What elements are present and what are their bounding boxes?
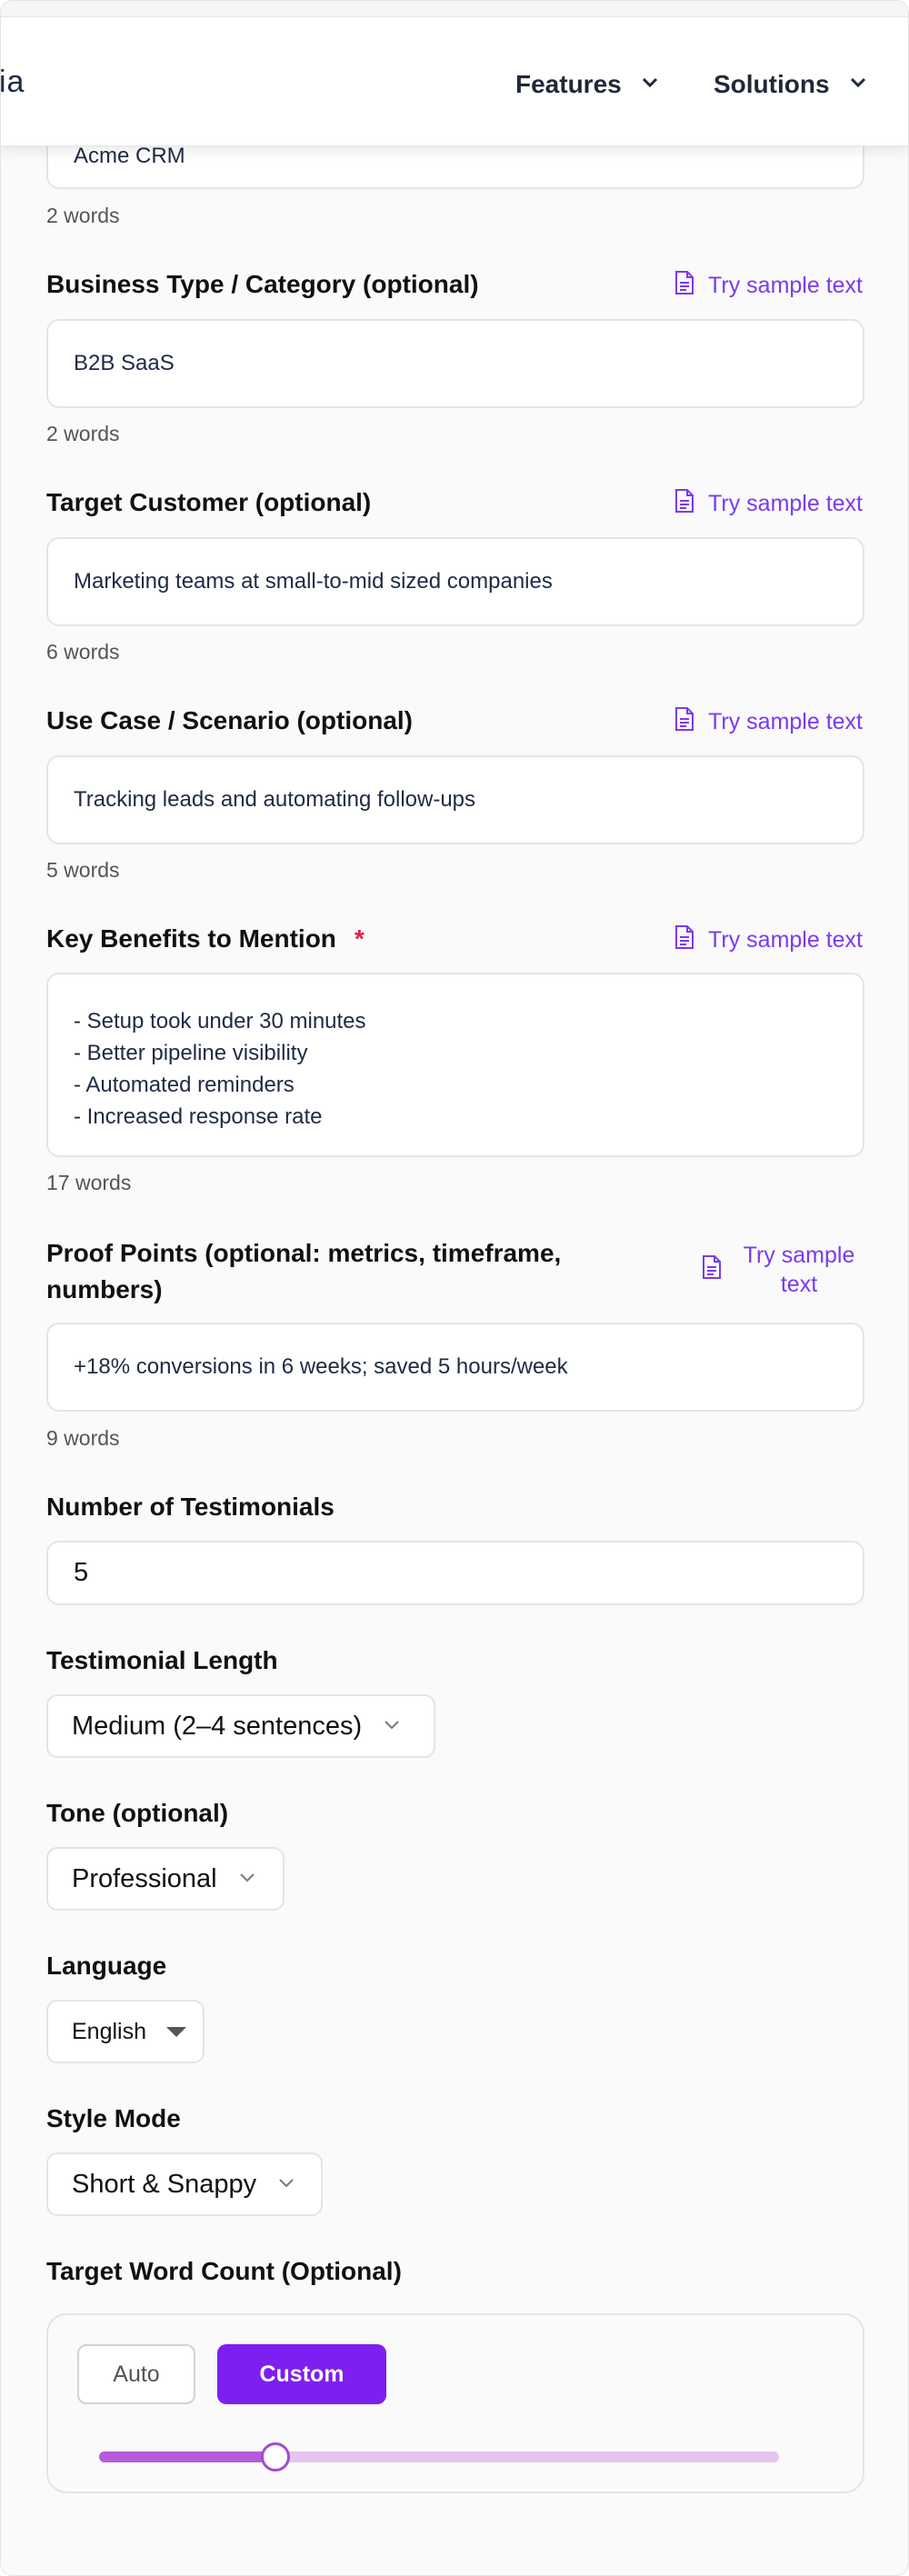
chevron-down-icon [846, 70, 870, 100]
proof-points-word-count: 9 words [46, 1426, 120, 1450]
num-testimonials-input[interactable]: 5 [46, 1541, 864, 1605]
business-type-word-count: 2 words [46, 422, 120, 445]
proof-points-label: Proof Points (optional: metrics, timefra… [46, 1235, 561, 1308]
use-case-sample-link[interactable]: Try sample text [674, 706, 863, 738]
language-selected: English [72, 2018, 146, 2044]
tone-selected: Professional [72, 1863, 217, 1893]
testimonial-length-select[interactable]: Medium (2–4 sentences) [46, 1694, 435, 1758]
chevron-down-icon [276, 2170, 296, 2200]
chevron-down-icon [382, 1712, 402, 1742]
slider-thumb[interactable] [261, 2442, 291, 2471]
nav-solutions[interactable]: Solutions [714, 66, 870, 103]
product-name-word-count: 2 words [46, 204, 120, 227]
key-benefits-line: - Setup took under 30 minutes [74, 1009, 366, 1033]
proof-points-sample-link[interactable]: Try sample text [701, 1241, 863, 1299]
word-count-label: Target Word Count (Optional) [46, 2257, 402, 2285]
proof-points-input[interactable]: +18% conversions in 6 weeks; saved 5 hou… [46, 1323, 864, 1412]
proof-points-value: +18% conversions in 6 weeks; saved 5 hou… [74, 1354, 568, 1379]
nav-solutions-label: Solutions [714, 70, 830, 98]
document-icon [674, 488, 695, 520]
num-testimonials-value: 5 [74, 1558, 89, 1587]
chevron-down-icon [237, 1864, 257, 1894]
style-mode-select[interactable]: Short & Snappy [46, 2152, 323, 2216]
sample-link-label: Try sample text [708, 491, 863, 516]
word-count-slider[interactable] [99, 2442, 779, 2471]
sample-link-label-line2: text [780, 1272, 818, 1297]
language-select[interactable]: English [46, 2000, 205, 2063]
key-benefits-word-count: 17 words [46, 1171, 132, 1194]
slider-fill [99, 2451, 276, 2462]
key-benefits-line: - Better pipeline visibility [74, 1041, 308, 1065]
browser-top-strip [1, 1, 908, 17]
use-case-value: Tracking leads and automating follow-ups [74, 787, 476, 812]
target-customer-word-count: 6 words [46, 640, 120, 664]
document-icon [674, 924, 695, 956]
auto-button[interactable]: Auto [77, 2344, 195, 2404]
target-customer-label: Target Customer (optional) [46, 488, 372, 516]
document-icon [701, 1254, 723, 1286]
sample-link-label: Try sample text [708, 927, 863, 953]
proof-points-label-line2: numbers) [46, 1275, 163, 1303]
nav-features[interactable]: Features [515, 66, 662, 103]
key-benefits-line: - Increased response rate [74, 1104, 323, 1129]
target-customer-sample-link[interactable]: Try sample text [674, 488, 863, 520]
page: Acme CRM 2 words Business Type / Categor… [0, 0, 909, 2576]
document-icon [674, 706, 695, 738]
use-case-label: Use Case / Scenario (optional) [46, 706, 413, 734]
caret-down-icon [166, 2026, 186, 2037]
style-mode-label: Style Mode [46, 2104, 181, 2132]
business-type-value: B2B SaaS [74, 351, 175, 375]
use-case-input[interactable]: Tracking leads and automating follow-ups [46, 755, 864, 844]
language-label: Language [46, 1952, 167, 1980]
chevron-down-icon [638, 70, 662, 100]
testimonial-length-selected: Medium (2–4 sentences) [72, 1711, 363, 1741]
product-name-value: Acme CRM [74, 144, 185, 168]
key-benefits-textarea[interactable]: - Setup took under 30 minutes - Better p… [46, 973, 864, 1157]
business-type-sample-link[interactable]: Try sample text [674, 270, 863, 302]
key-benefits-label-text: Key Benefits to Mention [46, 924, 336, 953]
key-benefits-label: Key Benefits to Mention * [46, 924, 365, 954]
sample-link-label-wrapped: Try sample text [735, 1241, 863, 1299]
logo[interactable]: ia [1, 65, 25, 100]
document-icon [674, 270, 695, 302]
style-mode-selected: Short & Snappy [72, 2169, 257, 2199]
tone-label: Tone (optional) [46, 1799, 229, 1827]
sample-link-label: Try sample text [708, 273, 863, 298]
target-customer-value: Marketing teams at small-to-mid sized co… [74, 569, 553, 594]
proof-points-label-line1: Proof Points (optional: metrics, timefra… [46, 1239, 562, 1267]
nav-features-label: Features [515, 70, 622, 98]
target-customer-input[interactable]: Marketing teams at small-to-mid sized co… [46, 537, 864, 626]
word-count-panel: Auto Custom [46, 2313, 864, 2493]
sample-link-label-line1: Try sample [743, 1243, 855, 1268]
custom-button[interactable]: Custom [217, 2344, 386, 2404]
business-type-label: Business Type / Category (optional) [46, 270, 479, 298]
num-testimonials-label: Number of Testimonials [46, 1493, 335, 1521]
use-case-word-count: 5 words [46, 858, 120, 882]
key-benefits-sample-link[interactable]: Try sample text [674, 924, 863, 956]
business-type-input[interactable]: B2B SaaS [46, 319, 864, 408]
top-header: ia Features Solutions [1, 1, 908, 146]
testimonial-length-label: Testimonial Length [46, 1646, 278, 1674]
tone-select[interactable]: Professional [46, 1847, 285, 1911]
required-asterisk: * [354, 924, 365, 953]
sample-link-label: Try sample text [708, 709, 863, 734]
key-benefits-line: - Automated reminders [74, 1073, 295, 1097]
